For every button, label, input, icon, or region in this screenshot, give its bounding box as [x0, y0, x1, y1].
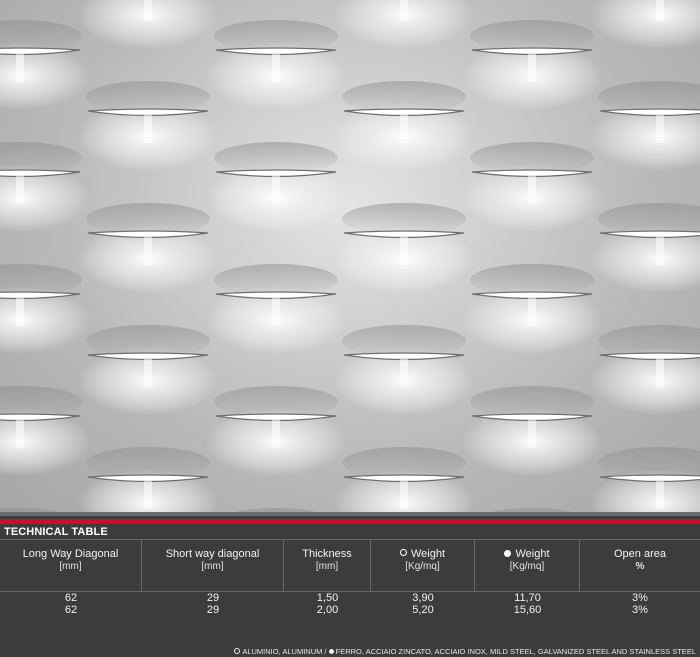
mesh-strand — [400, 359, 408, 387]
column-label: Long Way Diagonal — [22, 548, 119, 560]
mesh-shadow — [0, 20, 82, 52]
mesh-shadow — [342, 203, 466, 235]
column-label: Thickness — [302, 548, 352, 560]
technical-table: TECHNICAL TABLE Long Way Diagonal [mm] S… — [0, 512, 700, 657]
legend-aluminum: ALUMINIO, ALUMINUM / — [242, 647, 327, 656]
table-title: TECHNICAL TABLE — [4, 526, 108, 538]
mesh-strand — [528, 54, 536, 82]
table-header: Long Way Diagonal [mm] Short way diagona… — [0, 539, 700, 592]
column-label: Weight — [515, 548, 550, 560]
mesh-shadow — [342, 325, 466, 357]
mesh-strand — [656, 237, 664, 265]
mesh-shadow — [214, 142, 338, 174]
mesh-strand — [400, 115, 408, 143]
mesh-strand — [528, 176, 536, 204]
table-cell: 62 — [64, 592, 78, 604]
material-legend: ALUMINIO, ALUMINUM / FERRO, ACCIAIO ZINC… — [234, 647, 696, 656]
mesh-strand — [656, 359, 664, 387]
mesh-strand — [144, 237, 152, 265]
mesh-strand — [400, 0, 408, 21]
mesh-shadow — [86, 447, 210, 479]
mesh-shadow — [598, 203, 700, 235]
mesh-shadow — [214, 264, 338, 296]
column-header-long-diagonal: Long Way Diagonal [mm] — [0, 540, 142, 591]
mesh-highlight — [590, 0, 700, 49]
mesh-shadow — [214, 386, 338, 418]
column-unit: [mm] — [315, 561, 339, 572]
table-cell: 29 — [206, 592, 220, 604]
mesh-shadow — [0, 142, 82, 174]
column-header-weight-steel: Weight [Kg/mq] — [475, 540, 580, 591]
mesh-strand — [144, 0, 152, 21]
column-label: Weight — [410, 548, 446, 560]
column-unit: [mm] — [201, 561, 224, 572]
mesh-strand — [272, 298, 280, 326]
mesh-shadow — [86, 203, 210, 235]
mesh-strand — [400, 481, 408, 509]
open-circle-icon — [399, 549, 407, 556]
table-cell: 2,00 — [316, 604, 339, 616]
table-row: 62 29 2,00 5,20 15,60 3% — [0, 604, 700, 616]
mesh-shadow — [214, 20, 338, 52]
open-circle-icon — [234, 648, 241, 654]
table-cell: 62 — [64, 604, 78, 616]
mesh-strand — [144, 115, 152, 143]
mesh-shadow — [470, 386, 594, 418]
mesh-strand — [144, 481, 152, 509]
mesh-strand — [16, 176, 24, 204]
column-header-thickness: Thickness [mm] — [284, 540, 371, 591]
column-unit: % — [635, 561, 645, 572]
legend-steel: FERRO, ACCIAIO ZINCATO, ACCIAIO INOX, MI… — [335, 647, 696, 656]
table-cell: 5,20 — [412, 604, 434, 616]
mesh-strand — [272, 420, 280, 448]
mesh-shadow — [470, 142, 594, 174]
mesh-strand — [656, 115, 664, 143]
table-cell: 3,90 — [412, 592, 434, 604]
mesh-shadow — [86, 325, 210, 357]
column-header-short-diagonal: Short way diagonal [mm] — [142, 540, 284, 591]
filled-circle-icon — [328, 649, 334, 654]
mesh-strand — [16, 420, 24, 448]
mesh-shadow — [0, 264, 82, 296]
table-cell: 29 — [206, 604, 220, 616]
mesh-shadow — [598, 81, 700, 113]
mesh-shadow — [470, 264, 594, 296]
mesh-strand — [656, 481, 664, 509]
expanded-metal-mesh-photo — [0, 0, 700, 512]
mesh-shadow — [86, 81, 210, 113]
filled-circle-icon — [504, 550, 512, 557]
table-cell: 11,70 — [514, 592, 541, 604]
column-header-open-area: Open area % — [580, 540, 700, 591]
mesh-strand — [16, 298, 24, 326]
mesh-shadow — [598, 447, 700, 479]
column-unit: [Kg/mq] — [509, 561, 545, 572]
mesh-strand — [656, 0, 664, 21]
mesh-illustration — [0, 0, 700, 512]
mesh-strand — [16, 54, 24, 82]
mesh-strand — [272, 176, 280, 204]
mesh-strand — [400, 237, 408, 265]
mesh-shadow — [598, 325, 700, 357]
table-row: 62 29 1,50 3,90 11,70 3% — [0, 592, 700, 604]
table-cell: 3% — [632, 592, 648, 604]
column-label: Short way diagonal — [165, 548, 260, 560]
divider — [0, 512, 700, 516]
mesh-shadow — [342, 447, 466, 479]
mesh-strand — [144, 359, 152, 387]
column-label: Open area — [614, 548, 666, 560]
mesh-strand — [272, 54, 280, 82]
mesh-shadow — [0, 386, 82, 418]
table-cell: 1,50 — [316, 592, 339, 604]
table-cell: 15,60 — [513, 604, 542, 616]
table-body: 62 29 1,50 3,90 11,70 3% 62 29 2,00 5,20… — [0, 592, 700, 616]
mesh-strand — [528, 420, 536, 448]
mesh-shadow — [342, 81, 466, 113]
column-unit: [Kg/mq] — [405, 561, 440, 572]
column-unit: [mm] — [59, 561, 82, 572]
accent-bar — [0, 519, 700, 524]
mesh-shadow — [470, 20, 594, 52]
column-header-weight-aluminum: Weight [Kg/mq] — [371, 540, 475, 591]
mesh-strand — [528, 298, 536, 326]
table-cell: 3% — [632, 604, 648, 616]
